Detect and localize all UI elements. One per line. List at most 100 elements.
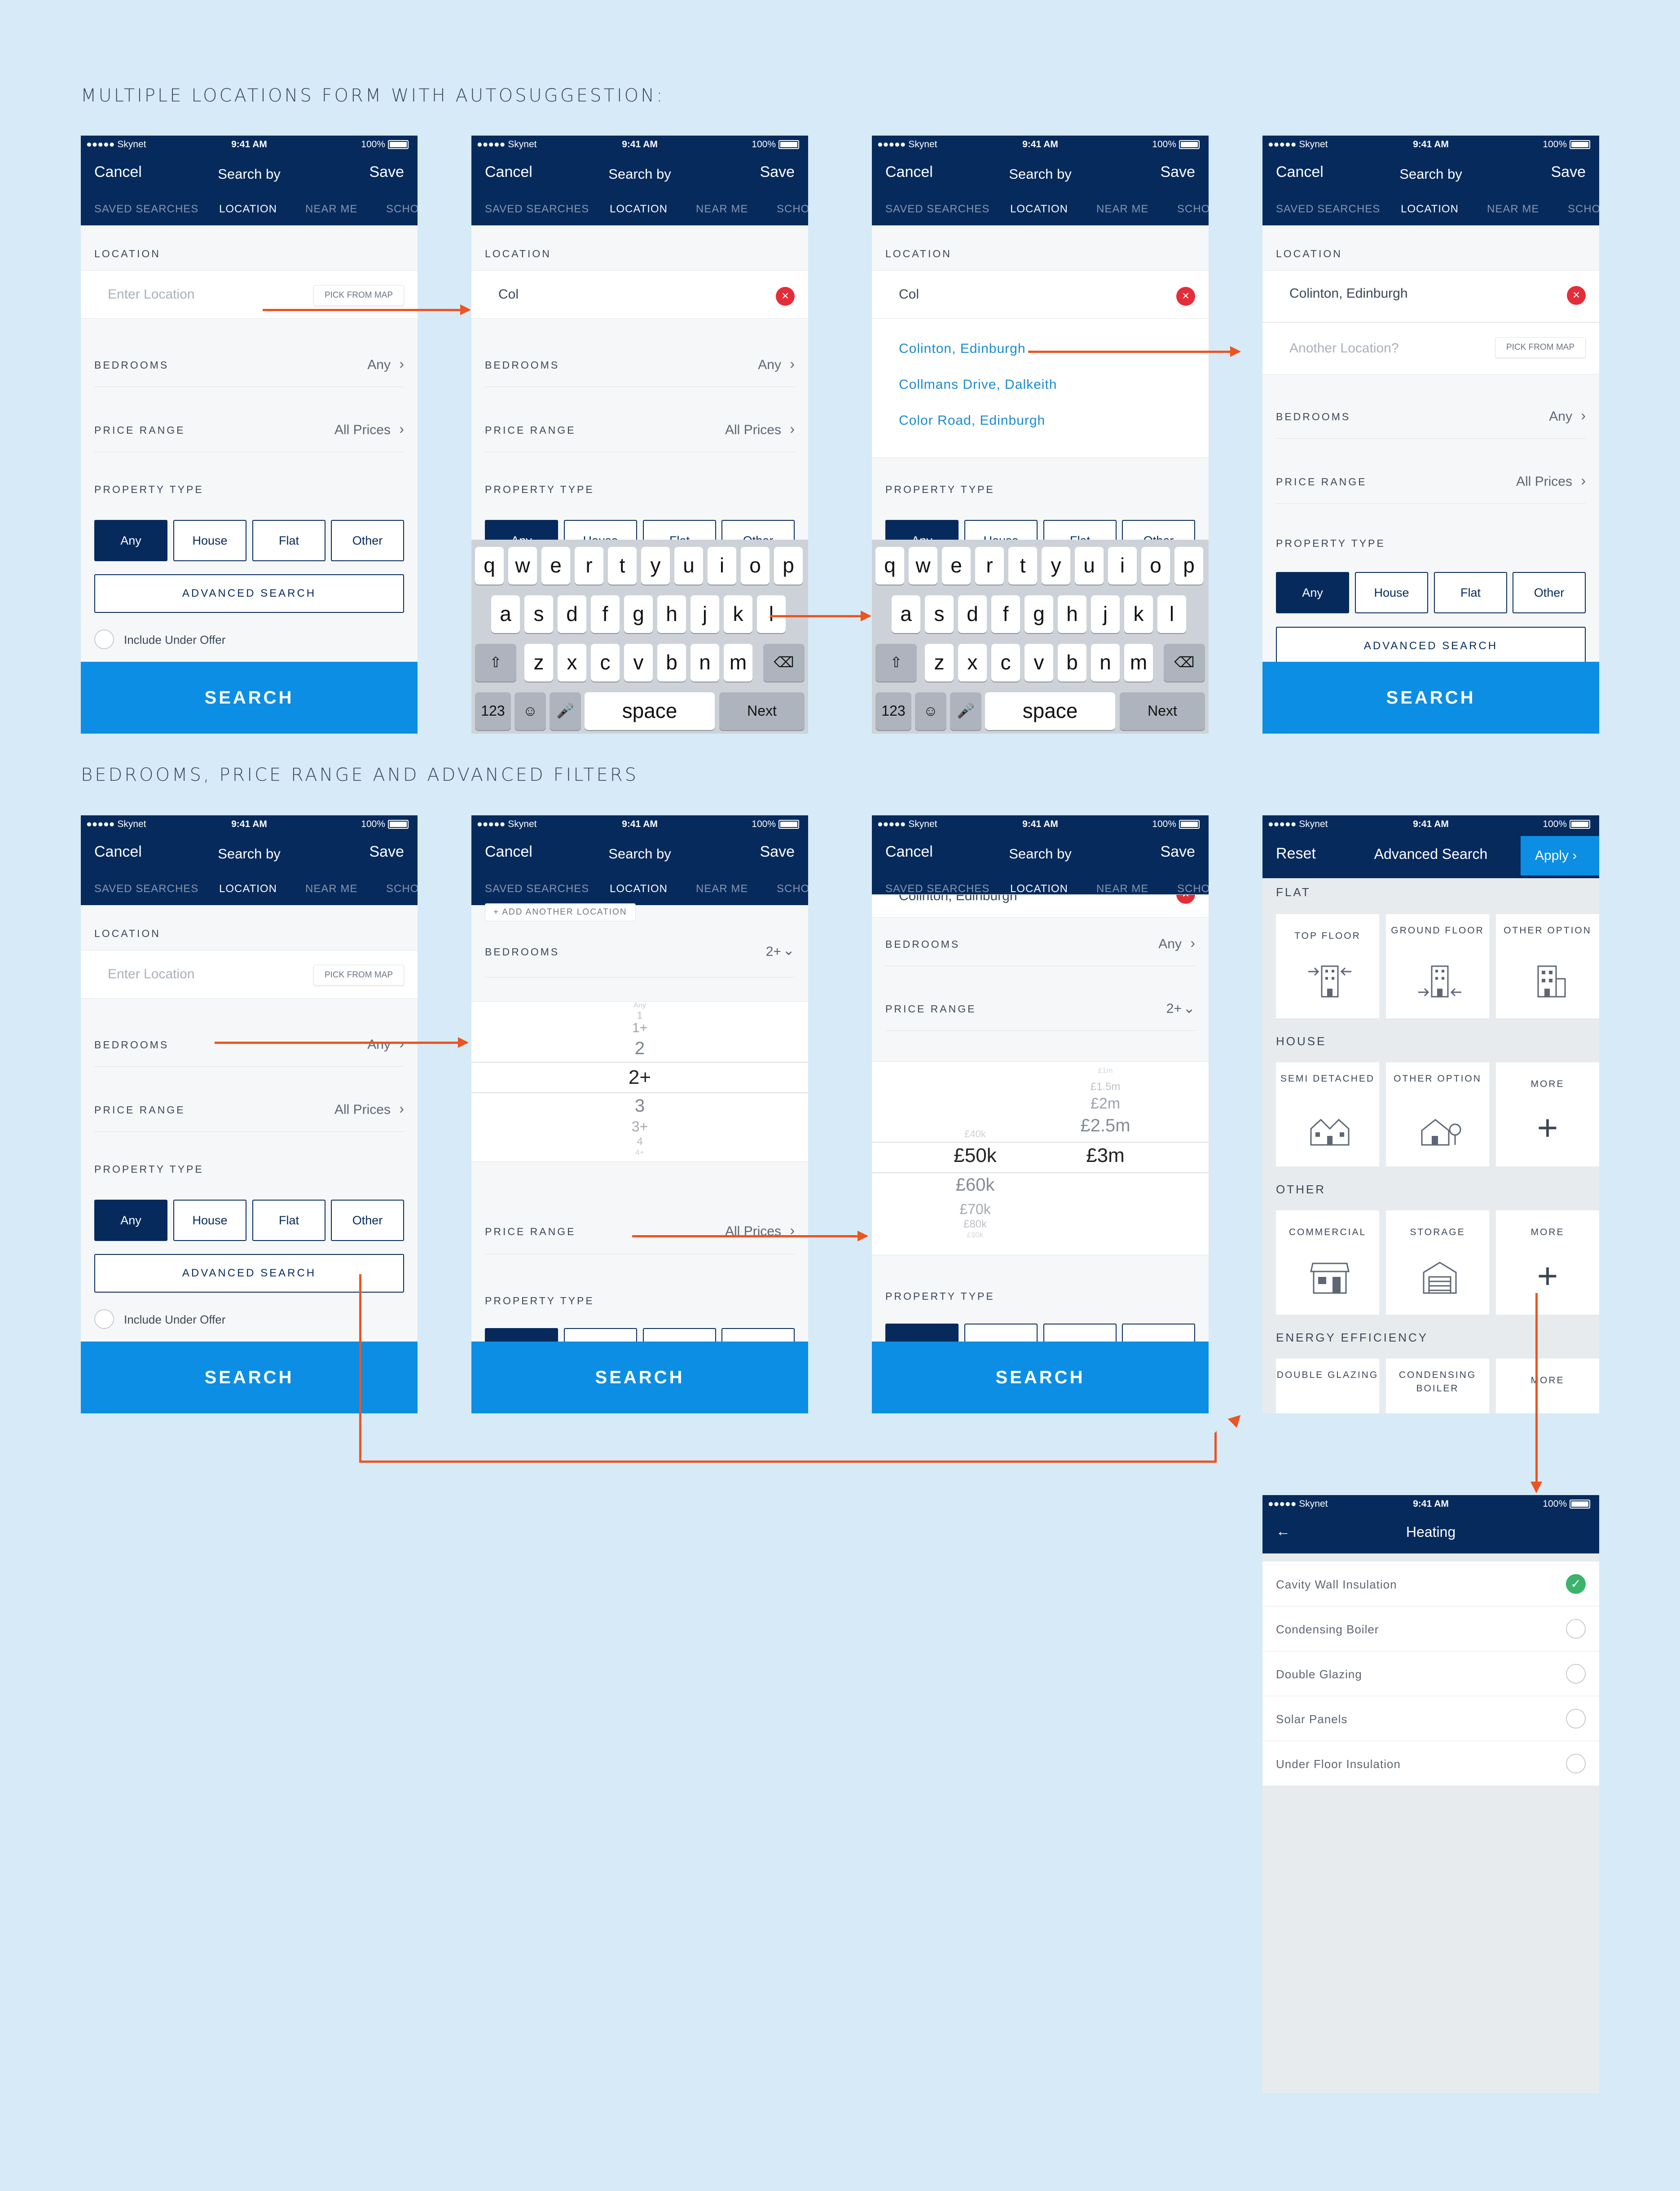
bedroom-picker[interactable]: Any 1 1+ 2 2+ 3 3+ 4 4+ [471,1001,808,1162]
clear-icon[interactable]: × [1176,287,1195,306]
min-price-option[interactable]: £60k [930,1175,1020,1195]
tab-location[interactable]: LOCATION [1401,203,1459,216]
key-k[interactable]: k [1124,595,1153,633]
property-type-any[interactable] [485,1328,558,1342]
key-l[interactable]: l [1157,595,1186,633]
property-type-house[interactable] [964,1324,1038,1342]
property-type-any[interactable]: Any [1276,572,1349,613]
bedrooms-row[interactable]: BEDROOMSAny› [94,342,404,387]
tab-near-me[interactable]: NEAR ME [1096,883,1148,895]
include-under-offer-radio[interactable] [94,629,114,649]
key-j[interactable]: j [1091,595,1120,633]
search-button[interactable]: SEARCH [81,1342,418,1413]
key-w[interactable]: w [909,547,937,585]
key-m[interactable]: m [724,644,752,682]
key-r[interactable]: r [575,547,603,585]
key-n[interactable]: n [1091,644,1120,682]
picker-option[interactable]: 2 [471,1038,808,1059]
tab-saved-searches[interactable]: SAVED SEARCHES [885,883,990,895]
key-v[interactable]: v [624,644,653,682]
max-price-option[interactable]: £2m [1060,1095,1150,1113]
max-price-option[interactable]: £1.5m [1060,1081,1150,1093]
key-k[interactable]: k [724,595,752,633]
backspace-icon[interactable]: ⌫ [763,644,805,682]
key-space[interactable]: space [985,692,1115,730]
key-x[interactable]: x [558,644,586,682]
property-type-other[interactable] [1122,1324,1195,1342]
key-next[interactable]: Next [719,692,805,730]
tab-near-me[interactable]: NEAR ME [305,203,357,216]
tab-near-me[interactable]: NEAR ME [1487,203,1539,216]
search-button[interactable]: SEARCH [872,1342,1209,1413]
tab-near-me[interactable]: NEAR ME [305,883,357,895]
location-input[interactable]: Col × [872,270,1209,319]
tab-near-me[interactable]: NEAR ME [1096,203,1148,216]
key-e[interactable]: e [942,547,971,585]
property-type-other[interactable] [721,1328,795,1342]
apply-button[interactable]: Apply › [1521,836,1599,876]
min-price-option[interactable]: £40k [930,1128,1020,1140]
tab-saved-searches[interactable]: SAVED SEARCHES [885,203,990,216]
key-g[interactable]: g [624,595,653,633]
backspace-icon[interactable]: ⌫ [1164,644,1205,682]
tab-near-me[interactable]: NEAR ME [696,203,748,216]
option-condensing-boiler[interactable]: CONDENSING BOILER [1386,1359,1489,1413]
tab-schools[interactable]: SCHO [1177,203,1209,216]
tab-saved-searches[interactable]: SAVED SEARCHES [94,883,198,895]
property-type-flat[interactable]: Flat [252,520,325,561]
key-next[interactable]: Next [1120,692,1205,730]
key-h[interactable]: h [657,595,686,633]
picker-option-selected[interactable]: 2+ [471,1066,808,1089]
key-m[interactable]: m [1124,644,1153,682]
property-type-any[interactable]: Any [94,1200,167,1241]
tab-schools[interactable]: SCHO [777,203,808,216]
key-numbers[interactable]: 123 [475,692,511,730]
property-type-flat[interactable] [643,1328,716,1342]
suggestion-item[interactable]: Colinton, Edinburgh [899,341,1026,356]
min-price-option[interactable]: £70k [930,1201,1020,1218]
microphone-icon[interactable]: 🎤 [550,692,581,730]
key-a[interactable]: a [892,595,920,633]
price-range-row[interactable]: PRICE RANGE All Prices › [1276,459,1586,504]
tab-saved-searches[interactable]: SAVED SEARCHES [485,203,589,216]
pick-from-map-button[interactable]: PICK FROM MAP [313,965,404,986]
property-type-other[interactable]: Other [331,1200,404,1241]
key-t[interactable]: t [1008,547,1037,585]
key-y[interactable]: y [641,547,670,585]
bedrooms-row[interactable]: BEDROOMSAny› [885,921,1195,966]
max-price-option[interactable]: £1m [1060,1066,1150,1075]
key-space[interactable]: space [585,692,715,730]
clear-icon[interactable]: × [1176,895,1195,904]
option-more-other[interactable]: MORE + [1496,1210,1599,1315]
suggestion-item[interactable]: Color Road, Edinburgh [899,413,1045,428]
price-range-row[interactable]: PRICE RANGE All Prices › [94,407,404,452]
tab-location[interactable]: LOCATION [1010,883,1068,895]
key-u[interactable]: u [1075,547,1104,585]
property-type-any[interactable] [885,1324,959,1342]
property-type-house[interactable]: House [173,520,246,561]
picker-option[interactable]: 3+ [471,1118,808,1135]
option-other-flat[interactable]: OTHER OPTION [1496,914,1599,1018]
suggestion-item[interactable]: Collmans Drive, Dalkeith [899,377,1057,392]
key-i[interactable]: i [1108,547,1137,585]
key-f[interactable]: f [991,595,1020,633]
tab-location[interactable]: LOCATION [219,203,277,216]
key-s[interactable]: s [925,595,954,633]
key-n[interactable]: n [690,644,719,682]
add-another-location-button[interactable]: + ADD ANOTHER LOCATION [485,903,636,921]
key-i[interactable]: i [708,547,736,585]
key-numbers[interactable]: 123 [875,692,911,730]
bedrooms-row[interactable]: BEDROOMSAny› [94,1022,404,1067]
key-t[interactable]: t [608,547,637,585]
property-type-house[interactable] [564,1328,637,1342]
key-j[interactable]: j [690,595,719,633]
price-picker[interactable]: £40k £50k £60k £70k £80k £90k £1m £1.5m … [872,1061,1209,1255]
property-type-house[interactable]: House [1355,572,1428,613]
pick-from-map-button[interactable]: PICK FROM MAP [313,285,404,306]
clear-icon[interactable]: × [1567,286,1586,305]
price-range-row[interactable]: PRICE RANGE All Prices › [485,407,795,452]
property-type-other[interactable]: Other [331,520,404,561]
picker-option[interactable]: 1+ [471,1021,808,1036]
tab-saved-searches[interactable]: SAVED SEARCHES [94,203,198,216]
save-button[interactable]: Save [760,843,795,861]
